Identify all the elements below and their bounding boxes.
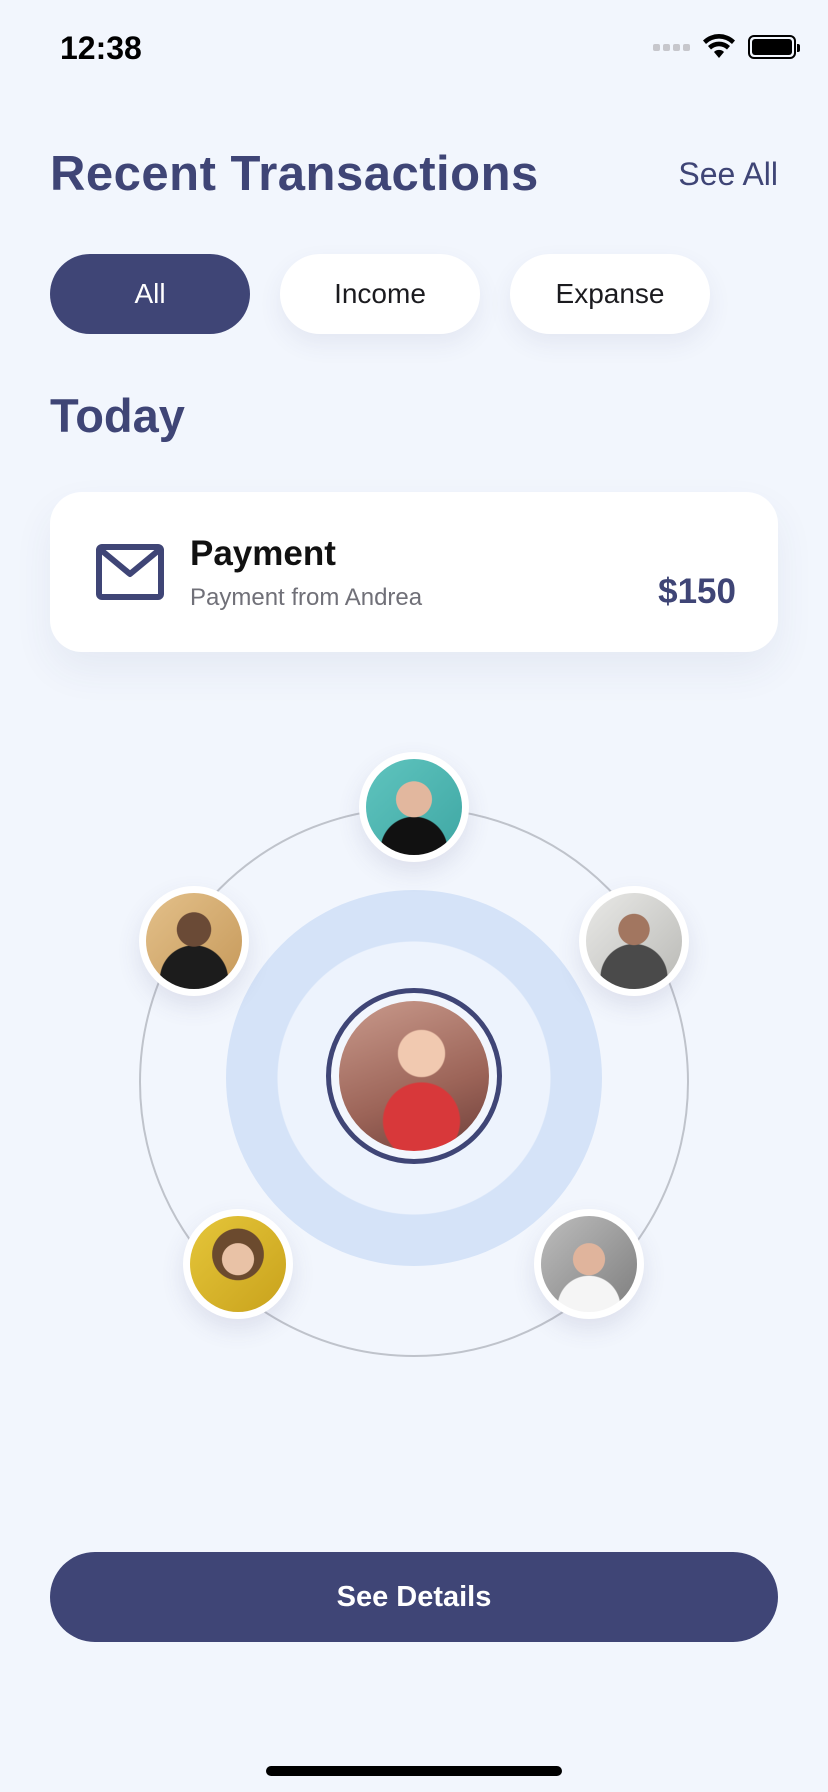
section-title-today: Today — [50, 389, 185, 442]
avatar-right[interactable] — [579, 886, 689, 996]
contacts-orbit — [0, 740, 828, 1360]
transaction-title: Payment — [190, 534, 336, 573]
avatar-left[interactable] — [139, 886, 249, 996]
see-all-link[interactable]: See All — [678, 156, 778, 193]
see-details-button[interactable]: See Details — [50, 1552, 778, 1642]
wifi-icon — [703, 34, 735, 58]
transaction-subtitle: Payment from Andrea — [190, 584, 423, 611]
transaction-amount: $150 — [658, 572, 736, 611]
transaction-card[interactable]: Payment Payment from Andrea $150 — [50, 492, 778, 652]
filter-income[interactable]: Income — [280, 254, 480, 334]
battery-icon — [748, 35, 800, 59]
transactions-screen: 12:38 Recent Transactions See All All In… — [0, 0, 828, 1792]
status-icons — [653, 34, 800, 60]
filter-expanse[interactable]: Expanse — [510, 254, 710, 334]
cellular-signal-icon — [653, 43, 690, 51]
avatar-top[interactable] — [359, 752, 469, 862]
filter-tabs: All Income Expanse — [50, 254, 710, 334]
mail-icon — [96, 544, 164, 600]
avatar-bottom-left[interactable] — [183, 1209, 293, 1319]
home-indicator — [266, 1766, 562, 1776]
center-avatar[interactable] — [326, 988, 502, 1164]
filter-all[interactable]: All — [50, 254, 250, 334]
avatar-bottom-right[interactable] — [534, 1209, 644, 1319]
status-time: 12:38 — [60, 30, 142, 66]
page-title: Recent Transactions — [50, 147, 539, 201]
